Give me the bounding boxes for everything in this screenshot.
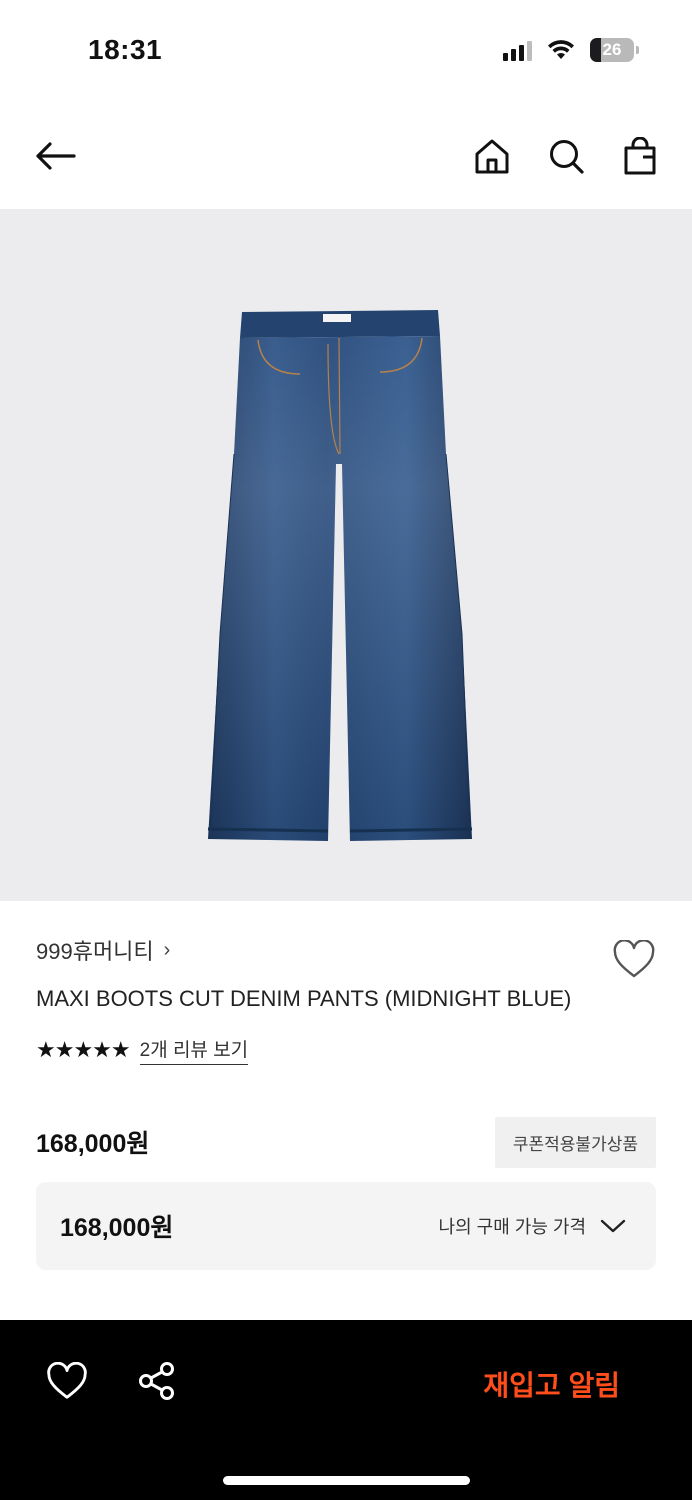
- heart-icon: [47, 1361, 87, 1399]
- top-nav-bar: [0, 118, 692, 198]
- my-price-label: 나의 구매 가능 가격: [438, 1217, 586, 1237]
- bottom-wishlist-button[interactable]: [46, 1361, 88, 1402]
- my-price-dropdown[interactable]: 168,000원 나의 구매 가능 가격: [36, 1182, 656, 1270]
- restock-alert-button[interactable]: 재입고 알림: [483, 1364, 620, 1404]
- arrow-left-icon: [36, 142, 76, 170]
- wishlist-button[interactable]: [612, 939, 656, 980]
- search-button[interactable]: [544, 134, 588, 178]
- brand-link[interactable]: 999휴머니티 ›: [36, 934, 656, 966]
- battery-level: 26: [602, 40, 622, 59]
- bottom-action-bar: 재입고 알림: [0, 1320, 692, 1500]
- share-icon: [139, 1362, 174, 1400]
- product-name: MAXI BOOTS CUT DENIM PANTS (MIDNIGHT BLU…: [36, 986, 572, 1011]
- my-price-value: 168,000원: [60, 1214, 174, 1242]
- share-button[interactable]: [136, 1360, 178, 1402]
- battery-icon: 26: [590, 38, 639, 62]
- search-icon: [550, 140, 584, 174]
- product-image-jeans: [207, 310, 473, 841]
- product-image-gallery[interactable]: [0, 209, 692, 901]
- home-icon: [475, 139, 509, 174]
- price: 168,000원: [36, 1130, 150, 1158]
- status-icons: 26: [503, 38, 639, 62]
- cart-button[interactable]: [618, 134, 662, 178]
- cellular-signal-icon: [503, 39, 532, 61]
- star-rating: ★★★★★: [36, 1037, 131, 1062]
- status-bar: 18:31 26: [0, 0, 692, 100]
- home-button[interactable]: [470, 134, 514, 178]
- home-indicator: [223, 1476, 470, 1485]
- back-button[interactable]: [32, 136, 80, 176]
- heart-icon: [613, 939, 655, 978]
- wifi-icon: [548, 40, 574, 59]
- rating-row: ★★★★★ 2개 리뷰 보기: [36, 1035, 656, 1065]
- review-link[interactable]: 2개 리뷰 보기: [139, 1035, 249, 1065]
- coupon-badge: 쿠폰적용불가상품: [494, 1116, 656, 1168]
- product-info: 999휴머니티 › MAXI BOOTS CUT DENIM PANTS (MI…: [36, 934, 656, 1065]
- chevron-down-icon: [600, 1219, 626, 1233]
- status-time: 18:31: [88, 34, 163, 65]
- shopping-bag-icon: [624, 137, 656, 175]
- price-row: 168,000원 쿠폰적용불가상품: [36, 1116, 656, 1168]
- brand-name: 999휴머니티: [36, 939, 154, 964]
- chevron-right-icon: ›: [163, 938, 171, 961]
